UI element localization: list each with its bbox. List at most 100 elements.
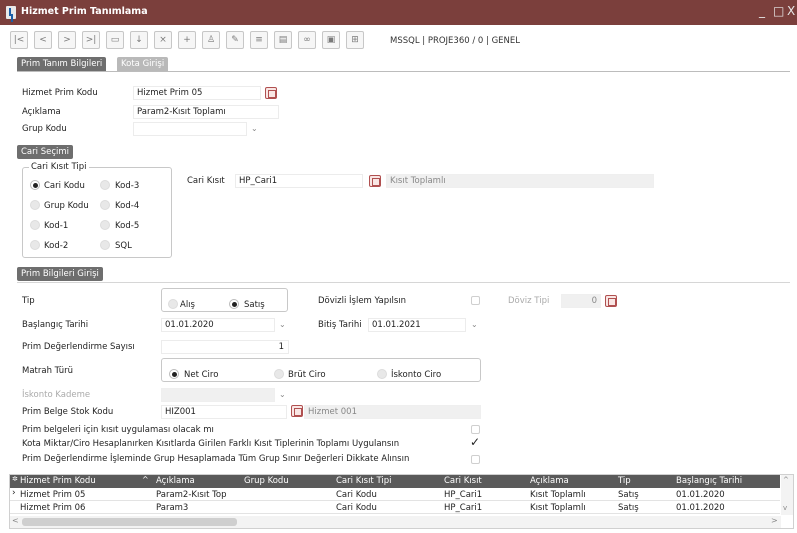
lock-icon[interactable]: ▣ <box>322 31 340 49</box>
radio-alis[interactable] <box>168 299 178 309</box>
radio-kod-3[interactable] <box>100 180 110 190</box>
download-icon[interactable]: ↓ <box>130 31 148 49</box>
cari-kisit-label: Cari Kısıt <box>187 176 225 186</box>
grid-cell[interactable]: 01.01.2020 <box>674 502 778 514</box>
scroll-right-icon[interactable]: > <box>771 516 778 525</box>
cari-kisit-description: Kısıt Toplamlı <box>386 174 654 188</box>
grid-cell[interactable]: Hizmet Prim 06 <box>18 502 152 514</box>
radio-iskonto-ciro[interactable] <box>377 369 387 379</box>
deger-sayisi-field[interactable]: 1 <box>161 340 289 354</box>
check1-checkbox[interactable] <box>471 425 480 434</box>
column-header[interactable]: Başlangıç Tarihi <box>674 475 778 487</box>
radio-cari-kodu-label: Cari Kodu <box>44 181 85 191</box>
baslangic-chevron-icon[interactable]: ⌄ <box>279 320 286 329</box>
grid-cell[interactable]: Param3 <box>154 502 240 514</box>
grid-icon[interactable]: ⊞ <box>346 31 364 49</box>
grid-cell[interactable]: HP_Cari1 <box>442 489 524 501</box>
radio-brut-ciro[interactable] <box>274 369 284 379</box>
column-header[interactable]: Hizmet Prim Kodu <box>18 475 146 487</box>
baslangic-tarihi-field[interactable]: 01.01.2020 <box>161 318 275 332</box>
last-record-icon[interactable]: >| <box>82 31 100 49</box>
document-icon[interactable]: ▤ <box>274 31 292 49</box>
iskonto-kademe-select <box>161 388 275 402</box>
grid-cell[interactable]: Cari Kodu <box>334 489 440 501</box>
next-record-icon[interactable]: > <box>58 31 76 49</box>
hizmet-prim-kodu-field[interactable]: Hizmet Prim 05 <box>133 86 261 100</box>
column-header[interactable]: Cari Kısıt Tipi <box>334 475 440 487</box>
tab-divider <box>17 71 790 72</box>
grid-cell[interactable]: Param2-Kısıt Top <box>154 489 240 501</box>
first-record-icon[interactable]: |< <box>10 31 28 49</box>
dovizli-checkbox[interactable] <box>471 296 480 305</box>
cari-secimi-section: Cari Seçimi <box>17 145 74 159</box>
cancel-icon[interactable]: × <box>154 31 172 49</box>
connection-info: MSSQL | PROJE360 / 0 | GENEL <box>390 36 521 46</box>
check2-checkbox[interactable]: ✓ <box>470 435 480 449</box>
radio-cari-kodu[interactable] <box>30 180 40 190</box>
cari-kisit-lookup-icon[interactable] <box>369 175 381 187</box>
sort-asc-icon[interactable]: ^ <box>142 475 149 484</box>
check2-label: Kota Miktar/Ciro Hesaplanırken Kısıtlard… <box>22 439 400 449</box>
link-icon[interactable]: ∞ <box>298 31 316 49</box>
radio-net-ciro[interactable] <box>169 369 179 379</box>
scroll-up-icon[interactable]: ^ <box>783 476 789 484</box>
section-divider <box>17 282 790 283</box>
previous-record-icon[interactable]: < <box>34 31 52 49</box>
doviz-tipi-field: 0 <box>561 294 601 308</box>
radio-kod-5[interactable] <box>100 220 110 230</box>
grid-cell[interactable]: HP_Cari1 <box>442 502 524 514</box>
user-icon[interactable]: ♙ <box>202 31 220 49</box>
scroll-down-icon[interactable]: v <box>783 504 787 512</box>
tab-prim-tanim-bilgileri[interactable]: Prim Tanım Bilgileri <box>17 57 107 71</box>
add-icon[interactable]: + <box>178 31 196 49</box>
grid-cell[interactable]: Satış <box>616 489 672 501</box>
column-header[interactable]: Cari Kısıt <box>442 475 524 487</box>
grid-cell[interactable]: Kısıt Toplamlı <box>528 489 614 501</box>
radio-grup-kodu[interactable] <box>30 200 40 210</box>
grid-cell[interactable]: Cari Kodu <box>334 502 440 514</box>
print-icon[interactable]: ≡ <box>250 31 268 49</box>
kod-lookup-icon[interactable] <box>265 87 277 99</box>
grid-cell[interactable]: Hizmet Prim 05 <box>18 489 152 501</box>
grid-cell[interactable]: Kısıt Toplamlı <box>528 502 614 514</box>
edit-icon[interactable]: ✎ <box>226 31 244 49</box>
check1-label: Prim belgeleri için kısıt uygulaması ola… <box>22 425 214 435</box>
minimize-icon[interactable]: _ <box>759 4 765 18</box>
maximize-icon[interactable]: □ <box>773 4 784 18</box>
app-logo-icon <box>6 6 16 19</box>
radio-kod-1[interactable] <box>30 220 40 230</box>
cari-kisit-field[interactable]: HP_Cari1 <box>235 174 363 188</box>
scroll-left-icon[interactable]: < <box>12 516 19 525</box>
check3-checkbox[interactable] <box>471 455 480 464</box>
tab-kota-girisi[interactable]: Kota Girişi <box>117 57 169 71</box>
column-header[interactable]: Açıklama <box>154 475 240 487</box>
bitis-tarihi-field[interactable]: 01.01.2021 <box>368 318 466 332</box>
check3-label: Prim Değerlendirme İşleminde Grup Hesapl… <box>22 454 410 464</box>
grup-kodu-select[interactable] <box>133 122 247 136</box>
bitis-chevron-icon[interactable]: ⌄ <box>471 320 478 329</box>
close-icon[interactable]: X <box>787 4 795 18</box>
grid-cell[interactable] <box>242 502 332 514</box>
column-header[interactable]: Tip <box>616 475 672 487</box>
column-header[interactable]: Açıklama <box>528 475 614 487</box>
doviz-tipi-lookup-icon[interactable] <box>605 295 617 307</box>
horizontal-scroll-thumb[interactable] <box>22 518 237 526</box>
radio-kod-1-label: Kod-1 <box>44 221 69 231</box>
aciklama-field[interactable]: Param2-Kısıt Toplamı <box>133 105 279 119</box>
save-icon[interactable]: ▭ <box>106 31 124 49</box>
grid-cell[interactable] <box>242 489 332 501</box>
radio-kod-2[interactable] <box>30 240 40 250</box>
iskonto-kademe-label: İskonto Kademe <box>22 390 91 400</box>
kod-label: Hizmet Prim Kodu <box>22 88 98 98</box>
stok-kodu-field[interactable]: HIZ001 <box>161 405 287 419</box>
column-header[interactable]: Grup Kodu <box>242 475 332 487</box>
radio-sql[interactable] <box>100 240 110 250</box>
radio-satis[interactable] <box>229 299 239 309</box>
radio-kod-4-label: Kod-4 <box>115 201 140 211</box>
chevron-down-icon[interactable]: ⌄ <box>251 124 258 133</box>
stok-lookup-icon[interactable] <box>291 405 303 417</box>
radio-kod-4[interactable] <box>100 200 110 210</box>
grid-cell[interactable]: Satış <box>616 502 672 514</box>
grid-cell[interactable]: 01.01.2020 <box>674 489 778 501</box>
toolbar: |< < > >| ▭ ↓ × + ♙ ✎ ≡ ▤ ∞ ▣ ⊞ MSSQL | … <box>10 31 790 55</box>
